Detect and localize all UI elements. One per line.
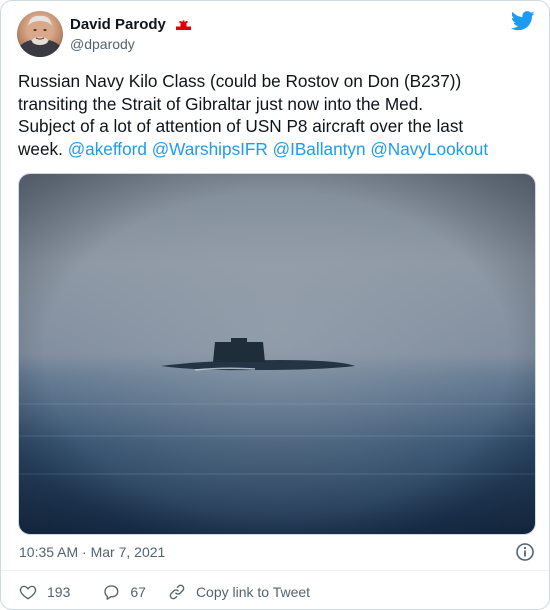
twitter-bird-icon[interactable] — [510, 11, 535, 36]
author-handle[interactable]: @dparody — [70, 36, 135, 52]
tweet-text-segment: week. — [18, 138, 68, 159]
author-name[interactable]: David Parody — [70, 16, 192, 34]
tweet-text-line: Subject of a lot of attention of USN P8 … — [18, 115, 538, 138]
info-icon[interactable] — [515, 542, 535, 567]
copy-link-label: Copy link to Tweet — [195, 584, 311, 600]
heart-icon — [19, 585, 37, 600]
tweet-text-line: week. @akefford @WarshipsIFR @IBallantyn… — [18, 138, 538, 161]
tweet-timestamp[interactable]: 10:35 AM · Mar 7, 2021 — [19, 544, 165, 560]
divider — [1, 570, 549, 571]
avatar[interactable] — [17, 11, 63, 57]
reply-icon — [104, 585, 119, 600]
reply-button[interactable]: 67 — [102, 583, 146, 601]
mention-link[interactable]: @IBallantyn — [273, 139, 366, 159]
mention-link[interactable]: @akefford — [68, 139, 147, 159]
author-name-text[interactable]: David Parody — [70, 16, 166, 33]
link-icon — [169, 584, 185, 600]
mention-link[interactable]: @WarshipsIFR — [152, 139, 268, 159]
tweet-text-segment: Russian Navy Kilo Class (could be Rostov… — [18, 71, 462, 91]
reply-count: 67 — [130, 584, 146, 600]
copy-link-button[interactable]: Copy link to Tweet — [168, 583, 310, 601]
mention-link[interactable]: @NavyLookout — [370, 139, 488, 159]
tweet-card: David Parody @dparody Russian Navy Kilo … — [0, 0, 550, 610]
submarine-photo[interactable] — [18, 173, 536, 535]
tweet-text-segment: Subject of a lot of attention of USN P8 … — [18, 116, 464, 136]
tweet-text-line: Russian Navy Kilo Class (could be Rostov… — [18, 70, 538, 93]
tweet-actions: 193 67 Copy link to Tweet — [19, 581, 310, 603]
like-button[interactable]: 193 — [19, 583, 70, 601]
tweet-text: Russian Navy Kilo Class (could be Rostov… — [18, 70, 538, 160]
like-count: 193 — [47, 584, 71, 600]
gibraltar-flag-icon — [176, 17, 192, 34]
tweet-text-line: transiting the Strait of Gibraltar just … — [18, 93, 538, 116]
tweet-text-segment: transiting the Strait of Gibraltar just … — [18, 93, 424, 114]
